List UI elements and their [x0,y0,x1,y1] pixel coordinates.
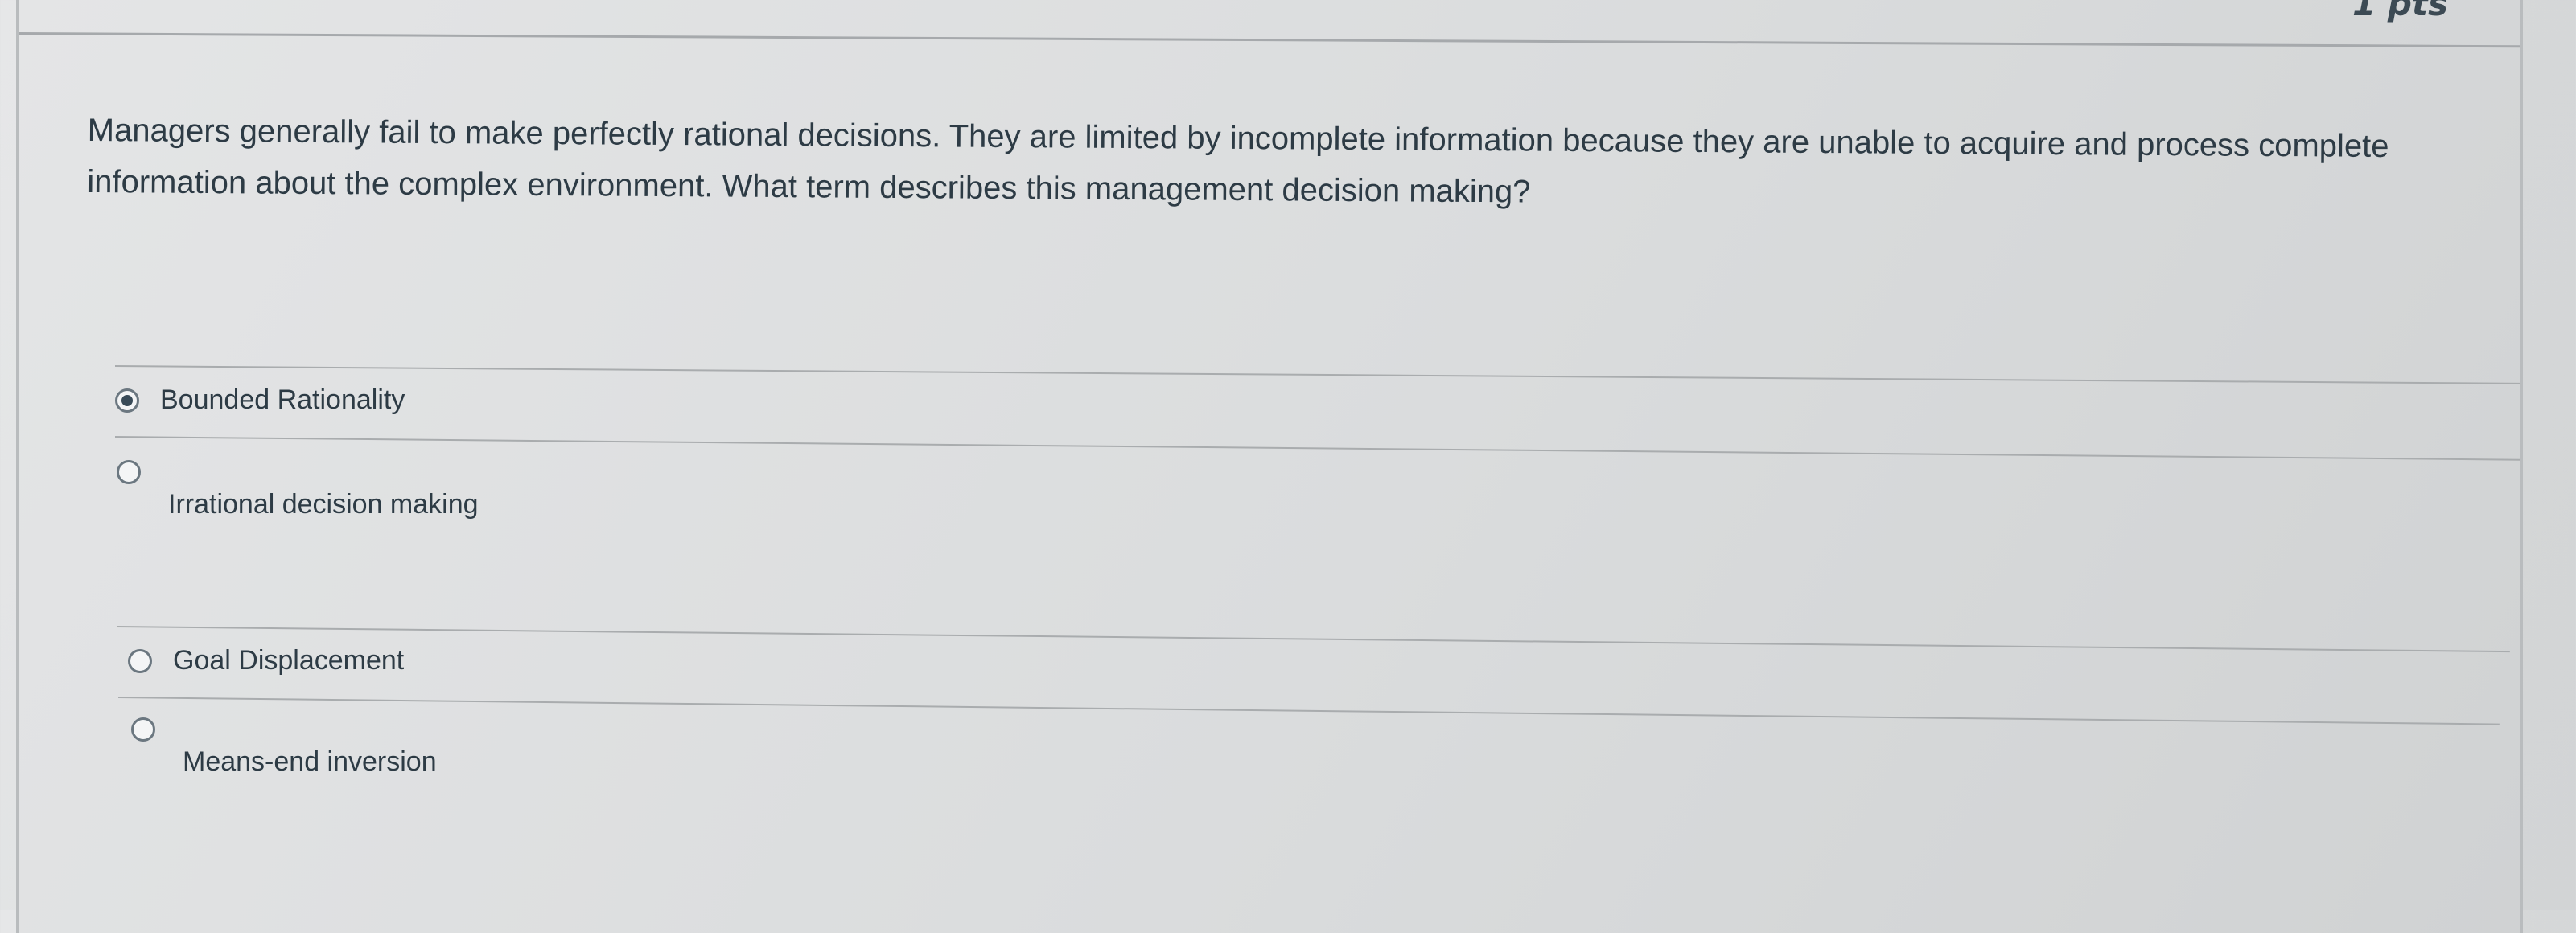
answer-label: Irrational decision making [168,489,479,520]
radio-icon[interactable] [131,717,155,742]
radio-icon[interactable] [117,460,141,484]
answer-divider [114,436,2520,461]
answer-list: Bounded Rationality Irrational decision … [99,362,2529,845]
answer-option-goal-displacement[interactable]: Goal Displacement [128,645,404,676]
answer-option-means-end-inversion[interactable]: Means-end inversion [131,717,437,778]
question-card: 1 pts Managers generally fail to make pe… [16,0,2523,933]
radio-selected-icon[interactable] [115,388,139,413]
header-divider [18,32,2520,48]
answer-label: Means-end inversion [183,746,437,777]
answer-divider [114,365,2520,384]
answer-divider [117,697,2500,725]
question-text: Managers generally fail to make perfectl… [87,112,2389,210]
answer-option-irrational-decision-making[interactable]: Irrational decision making [117,460,479,520]
points-value: 1 pts [2352,0,2448,23]
answer-divider [116,626,2510,653]
answer-label: Goal Displacement [173,645,405,676]
answer-label: Bounded Rationality [160,384,405,415]
radio-icon[interactable] [128,648,152,673]
answer-option-bounded-rationality[interactable]: Bounded Rationality [115,384,405,416]
